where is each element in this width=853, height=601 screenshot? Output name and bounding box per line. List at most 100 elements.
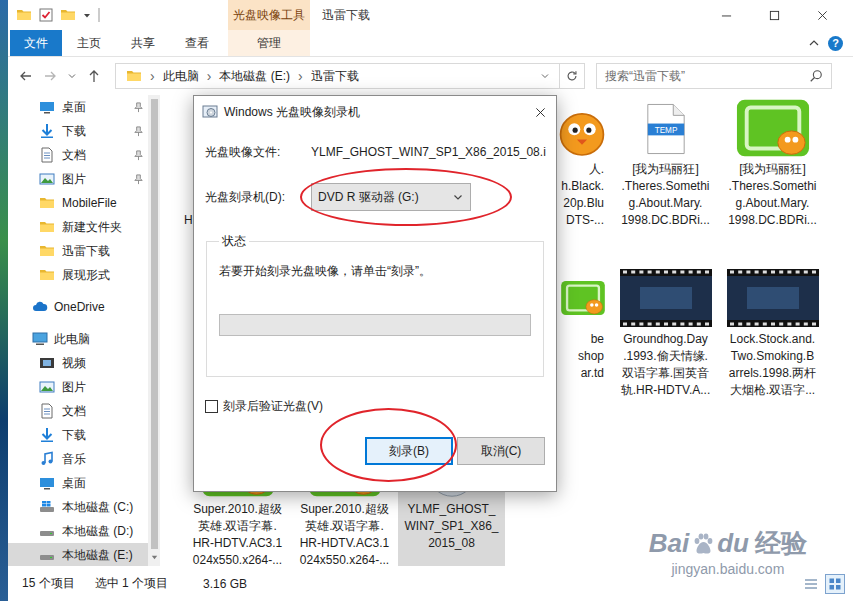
view-button[interactable] (825, 574, 845, 594)
ribbon-tab[interactable]: 共享 (116, 30, 170, 56)
close-icon (817, 10, 828, 21)
sidebar-item[interactable]: 桌面 (8, 471, 148, 495)
ribbon-tab[interactable]: 文件 (10, 30, 62, 56)
sidebar-item[interactable]: 桌面 (8, 95, 148, 119)
sidebar-item[interactable]: 视频 (8, 351, 148, 375)
pin-icon[interactable] (133, 102, 144, 113)
breadcrumb-separator[interactable]: › (207, 68, 212, 84)
iqiyi-icon (560, 267, 606, 329)
navigation-pane: 桌面 下载 文档 图片 MobileFile 新建文件夹 迅雷下载 展现形式 O… (8, 95, 148, 566)
image-file-label: 光盘映像文件: (205, 144, 311, 161)
nav-scrollbar[interactable] (148, 95, 160, 566)
verify-checkbox[interactable] (205, 400, 218, 413)
sidebar-item[interactable]: 新建文件夹 (8, 215, 148, 239)
image-file-name: YLMF_GHOST_WIN7_SP1_X86_2015_08.i (311, 145, 546, 159)
pin-icon[interactable] (133, 150, 144, 161)
chevron-down-icon (452, 191, 464, 203)
ribbon-tab[interactable]: 查看 (170, 30, 224, 56)
selection-count: 选中 1 个项目 (95, 575, 168, 592)
status-group: 状态 若要开始刻录光盘映像，请单击“刻录”。 (206, 233, 544, 377)
ribbon-tab[interactable]: 主页 (62, 30, 116, 56)
new-folder-icon[interactable] (60, 7, 76, 23)
file-name: [我为玛丽狂].Theres.Somethig.About.Mary.1998.… (612, 159, 719, 231)
file-name: Groundhog.Day.1993.偷天情缘.双语字幕.国英音轨.HR-HDT… (612, 329, 719, 401)
drive-icon (39, 547, 55, 563)
dialog-button[interactable]: 刻录(B) (365, 437, 453, 465)
iqiyi-icon (735, 97, 811, 159)
sidebar-item[interactable]: 迅雷下载 (8, 239, 148, 263)
maximize-button[interactable] (750, 0, 798, 30)
sidebar-item[interactable]: 文档 (8, 143, 148, 167)
details-view-icon (804, 577, 818, 591)
address-bar[interactable]: › 此电脑 › 本地磁盘 (E:) › 迅雷下载 (115, 63, 585, 89)
burner-dropdown[interactable]: DVD R 驱动器 (G:) (311, 183, 471, 211)
drivec-icon (39, 499, 55, 515)
back-arrow-icon[interactable] (18, 68, 34, 84)
scrollbar-thumb[interactable] (151, 99, 158, 549)
expand-ribbon-icon[interactable] (808, 37, 820, 49)
dialog-button[interactable]: 取消(C) (457, 437, 545, 465)
sidebar-item[interactable]: 展现形式 (8, 263, 148, 287)
folder-icon[interactable] (16, 7, 32, 23)
annotation-ellipse (320, 408, 457, 482)
minimize-button[interactable] (702, 0, 750, 30)
sidebar-item[interactable]: 文档 (8, 399, 148, 423)
verify-checkbox-row[interactable]: 刻录后验证光盘(V) (205, 397, 545, 415)
help-button[interactable]: ? (828, 36, 843, 51)
folder-icon (39, 267, 55, 283)
recent-locations-icon[interactable] (66, 70, 78, 82)
sidebar-item[interactable]: 图片 (8, 167, 148, 191)
breadcrumb[interactable]: 迅雷下载 (311, 68, 359, 85)
properties-icon[interactable] (38, 7, 54, 23)
doc-icon (39, 403, 55, 419)
video-icon (39, 355, 55, 371)
refresh-button[interactable] (559, 64, 584, 88)
view-button[interactable] (801, 574, 821, 594)
selection-size: 3.16 GB (203, 577, 247, 591)
search-box[interactable]: 搜索“迅雷下载” (596, 63, 832, 89)
sidebar-item[interactable]: MobileFile (8, 191, 148, 215)
breadcrumb-separator[interactable]: › (298, 68, 303, 84)
breadcrumb[interactable]: 本地磁盘 (E:) (219, 68, 290, 85)
video-thumbnail (620, 269, 712, 327)
context-tab-header: 光盘映像工具 (228, 0, 310, 30)
sidebar-item[interactable]: 此电脑 (8, 327, 148, 351)
customize-arrow-icon[interactable] (82, 10, 92, 20)
desk-icon (39, 475, 55, 491)
file-item[interactable]: [我为玛丽狂].Theres.Somethig.About.Mary.1998.… (719, 95, 826, 231)
close-button[interactable] (798, 0, 846, 30)
folder-icon (126, 68, 142, 84)
file-item[interactable]: Groundhog.Day.1993.偷天情缘.双语字幕.国英音轨.HR-HDT… (612, 233, 719, 401)
sidebar-item[interactable]: OneDrive (8, 295, 148, 319)
breadcrumb-separator[interactable]: › (150, 68, 155, 84)
temp-file-icon: TEMP (646, 103, 686, 155)
sidebar-item[interactable]: 本地磁盘 (E:) (8, 543, 148, 566)
file-item[interactable]: Lock.Stock.and.Two.Smoking.Barrels.1998.… (719, 233, 826, 401)
up-arrow-icon[interactable] (86, 68, 102, 84)
breadcrumb[interactable]: 此电脑 (163, 68, 199, 85)
separator-icon (98, 7, 100, 23)
sidebar-item[interactable]: 本地磁盘 (C:) (8, 495, 148, 519)
folder-icon (39, 243, 55, 259)
video-thumbnail (727, 269, 819, 327)
ribbon-tab[interactable]: 管理 (228, 30, 310, 56)
window-controls (702, 0, 846, 30)
scroll-down-icon[interactable] (150, 553, 159, 562)
minimize-icon (721, 10, 732, 21)
address-dropdown-icon[interactable] (539, 70, 551, 82)
ribbon-tabs: 文件主页共享查看 管理 ? (8, 30, 853, 57)
screen: 光盘映像工具 迅雷下载 文件主页共享查看 管理 ? › 此电脑 › 本地磁盘 (E… (0, 0, 853, 601)
annotation-ellipse (300, 168, 512, 226)
sidebar-item[interactable]: 图片 (8, 375, 148, 399)
file-item[interactable]: TEMP [我为玛丽狂].Theres.Somethig.About.Mary.… (612, 95, 719, 231)
down-icon (39, 427, 55, 443)
sidebar-item[interactable]: 音乐 (8, 447, 148, 471)
sidebar-item[interactable]: 下载 (8, 423, 148, 447)
close-icon[interactable] (535, 107, 546, 118)
forward-arrow-icon[interactable] (42, 68, 58, 84)
sidebar-item[interactable]: 下载 (8, 119, 148, 143)
pin-icon[interactable] (133, 126, 144, 137)
sidebar-item[interactable]: 本地磁盘 (D:) (8, 519, 148, 543)
pic-icon (39, 379, 55, 395)
pin-icon[interactable] (133, 174, 144, 185)
